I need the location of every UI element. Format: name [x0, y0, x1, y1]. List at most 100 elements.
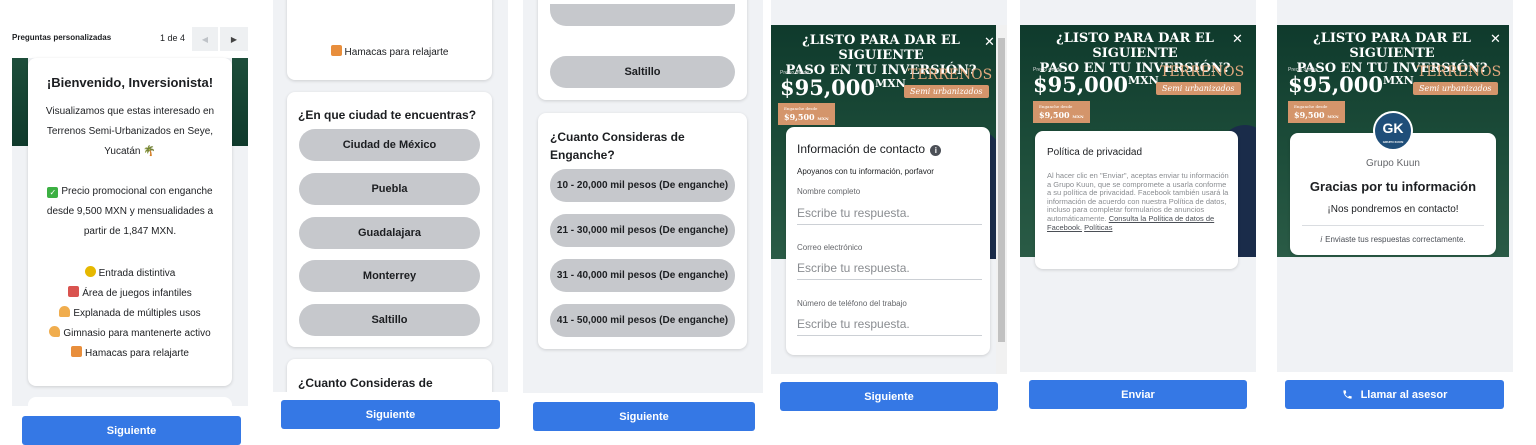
page-indicator: 1 de 4: [160, 33, 186, 43]
playground-icon: [68, 286, 80, 297]
panel-thanks: ¿LISTO PARA DAR EL SIGUIENTE PASO EN TU I…: [1277, 0, 1513, 445]
ad-strip-left: [12, 58, 28, 146]
contact-section-title: Información de contacto i: [797, 142, 942, 156]
name-input[interactable]: Escribe tu respuesta.: [797, 206, 982, 225]
panel-enganche: Saltillo ¿Cuanto Consideras de Enganche?…: [523, 0, 763, 445]
divider: [1302, 225, 1484, 226]
city-option-guadalajara[interactable]: Guadalajara: [299, 217, 480, 249]
panel-welcome: Preguntas personalizadas 1 de 4 ◀ ▶ ¡Bie…: [0, 0, 258, 445]
next-page-button[interactable]: ▶: [220, 27, 248, 51]
amenity-entrada: Entrada distintiva: [28, 266, 232, 286]
city-card-bottom: Saltillo: [538, 0, 747, 100]
email-input[interactable]: Escribe tu respuesta.: [797, 261, 982, 280]
name-label: Nombre completo: [797, 187, 861, 196]
policies-link[interactable]: Políticas: [1084, 223, 1112, 232]
muscle-icon: [49, 326, 61, 337]
next-button[interactable]: Siguiente: [780, 382, 998, 411]
phone-icon: [1342, 390, 1352, 399]
city-option-partial[interactable]: [550, 4, 735, 26]
ad-enganche: Enganche desde $9,500 MXN: [1033, 101, 1090, 123]
hammock-icon: [71, 346, 83, 357]
panel-city: Hamacas para relajarte ¿En que ciudad te…: [273, 0, 508, 445]
sent-message: i Enviaste tus respuestas correctamente.: [1320, 235, 1466, 244]
stadium-icon: [59, 306, 71, 317]
submit-button[interactable]: Enviar: [1029, 380, 1247, 409]
privacy-text: Al hacer clic en "Enviar", aceptas envia…: [1047, 171, 1229, 232]
panel-contact: ¿LISTO PARA DAR EL SIGUIENTE PASO EN TU I…: [771, 0, 1007, 445]
privacy-card: Política de privacidad Al hacer clic en …: [1035, 131, 1238, 269]
promo-line-3: partir de 1,847 MXN.: [83, 226, 177, 237]
ad-semi: Semi urbanizados: [1413, 82, 1498, 95]
promo-line-1: ✓ Precio promocional con enganche: [28, 186, 232, 206]
enganche-question-card: ¿Cuanto Consideras de Enganche? 10 - 20,…: [538, 113, 747, 349]
scrollbar-thumb[interactable]: [998, 38, 1005, 342]
city-option-puebla[interactable]: Puebla: [299, 173, 480, 205]
enganche-question-line-2: Enganche?: [550, 148, 615, 162]
email-label: Correo electrónico: [797, 243, 863, 252]
next-card-peek: [28, 397, 232, 417]
ad-strip-right: [232, 58, 248, 146]
contact-message: ¡Nos pondremos en contacto!: [1327, 204, 1459, 215]
city-question: ¿En que ciudad te encuentras?: [298, 108, 477, 122]
enganche-option-10-20[interactable]: 10 - 20,000 mil pesos (De enganche): [550, 169, 735, 202]
welcome-card: ¡Bienvenido, Inversionista! Visualizamos…: [28, 58, 232, 386]
sparkle-icon: [84, 266, 96, 277]
contact-card: Información de contacto i Apoyanos con t…: [786, 127, 990, 355]
phone-input[interactable]: Escribe tu respuesta.: [797, 317, 982, 336]
close-icon[interactable]: ✕: [1490, 31, 1501, 47]
hammock-icon: [330, 45, 342, 56]
company-logo: GK GRUPO KUUN: [1373, 111, 1413, 151]
next-button[interactable]: Siguiente: [533, 402, 755, 431]
ad-terrenos: TERRENOS: [908, 67, 993, 83]
enganche-option-21-30[interactable]: 21 - 30,000 mil pesos (De enganche): [550, 214, 735, 247]
ad-semi: Semi urbanizados: [1156, 82, 1241, 95]
phone-label: Número de teléfono del trabajo: [797, 299, 907, 308]
amenity-gimnasio: Gimnasio para mantenerte activo: [28, 326, 232, 346]
city-option-cdmx[interactable]: Ciudad de México: [299, 129, 480, 161]
amenity-explanada: Explanada de múltiples usos: [28, 306, 232, 326]
info-icon[interactable]: i: [930, 145, 942, 156]
ad-semi: Semi urbanizados: [904, 85, 989, 98]
city-option-saltillo[interactable]: Saltillo: [550, 56, 735, 88]
call-advisor-button[interactable]: Llamar al asesor: [1285, 380, 1504, 409]
intro-line-3: Yucatán 🌴: [104, 146, 156, 157]
welcome-title: ¡Bienvenido, Inversionista!: [46, 75, 214, 90]
ad-price: $95,000MXN: [1033, 72, 1159, 97]
close-icon[interactable]: ✕: [1232, 31, 1243, 47]
amenity-hamacas: Hamacas para relajarte: [287, 45, 492, 58]
next-button[interactable]: Siguiente: [281, 400, 500, 429]
ad-terrenos: TERRENOS: [1417, 64, 1502, 80]
thanks-card: GK GRUPO KUUN Grupo Kuun Gracias por tu …: [1290, 111, 1496, 255]
close-icon[interactable]: ✕: [984, 34, 995, 50]
form-header-title: Preguntas personalizadas: [12, 33, 112, 42]
intro-line-1: Visualizamos que estas interesado en: [45, 106, 215, 117]
company-name: Grupo Kuun: [1366, 158, 1420, 169]
city-option-monterrey[interactable]: Monterrey: [299, 260, 480, 292]
info-icon: i: [1320, 235, 1323, 244]
ad-enganche: Enganche desde $9,500 MXN: [1288, 101, 1345, 123]
ad-terrenos: TERRENOS: [1160, 64, 1245, 80]
city-question-card: ¿En que ciudad te encuentras? Ciudad de …: [287, 92, 492, 347]
amenity-hamacas: Hamacas para relajarte: [28, 346, 232, 366]
enganche-option-41-50[interactable]: 41 - 50,000 mil pesos (De enganche): [550, 304, 735, 337]
contact-subtitle: Apoyanos con tu información, porfavor: [797, 167, 934, 176]
form-header: Preguntas personalizadas 1 de 4 ◀ ▶: [12, 27, 250, 51]
amenity-card-bottom: Hamacas para relajarte: [287, 0, 492, 80]
enganche-question-line-1: ¿Cuanto Consideras de: [550, 130, 685, 144]
palm-icon: 🌴: [143, 146, 156, 157]
prev-page-button[interactable]: ◀: [192, 27, 218, 51]
next-button[interactable]: Siguiente: [22, 416, 241, 445]
promo-line-2: desde 9,500 MXN y mensualidades a: [46, 206, 214, 217]
privacy-title: Política de privacidad: [1047, 147, 1143, 158]
check-icon: ✓: [47, 187, 59, 198]
ad-price: $95,000MXN: [780, 75, 906, 100]
call-advisor-label: Llamar al asesor: [1360, 388, 1448, 401]
amenity-juegos: Área de juegos infantiles: [28, 286, 232, 306]
ad-price: $95,000MXN: [1288, 72, 1414, 97]
enganche-option-31-40[interactable]: 31 - 40,000 mil pesos (De enganche): [550, 259, 735, 292]
thanks-title: Gracias por tu información: [1309, 179, 1477, 194]
enganche-question: ¿Cuanto Consideras de: [298, 376, 433, 390]
panel-privacy: ¿LISTO PARA DAR EL SIGUIENTE PASO EN TU I…: [1020, 0, 1256, 445]
ad-enganche: Enganche desde $9,500 MXN: [778, 103, 835, 125]
city-option-saltillo[interactable]: Saltillo: [299, 304, 480, 336]
